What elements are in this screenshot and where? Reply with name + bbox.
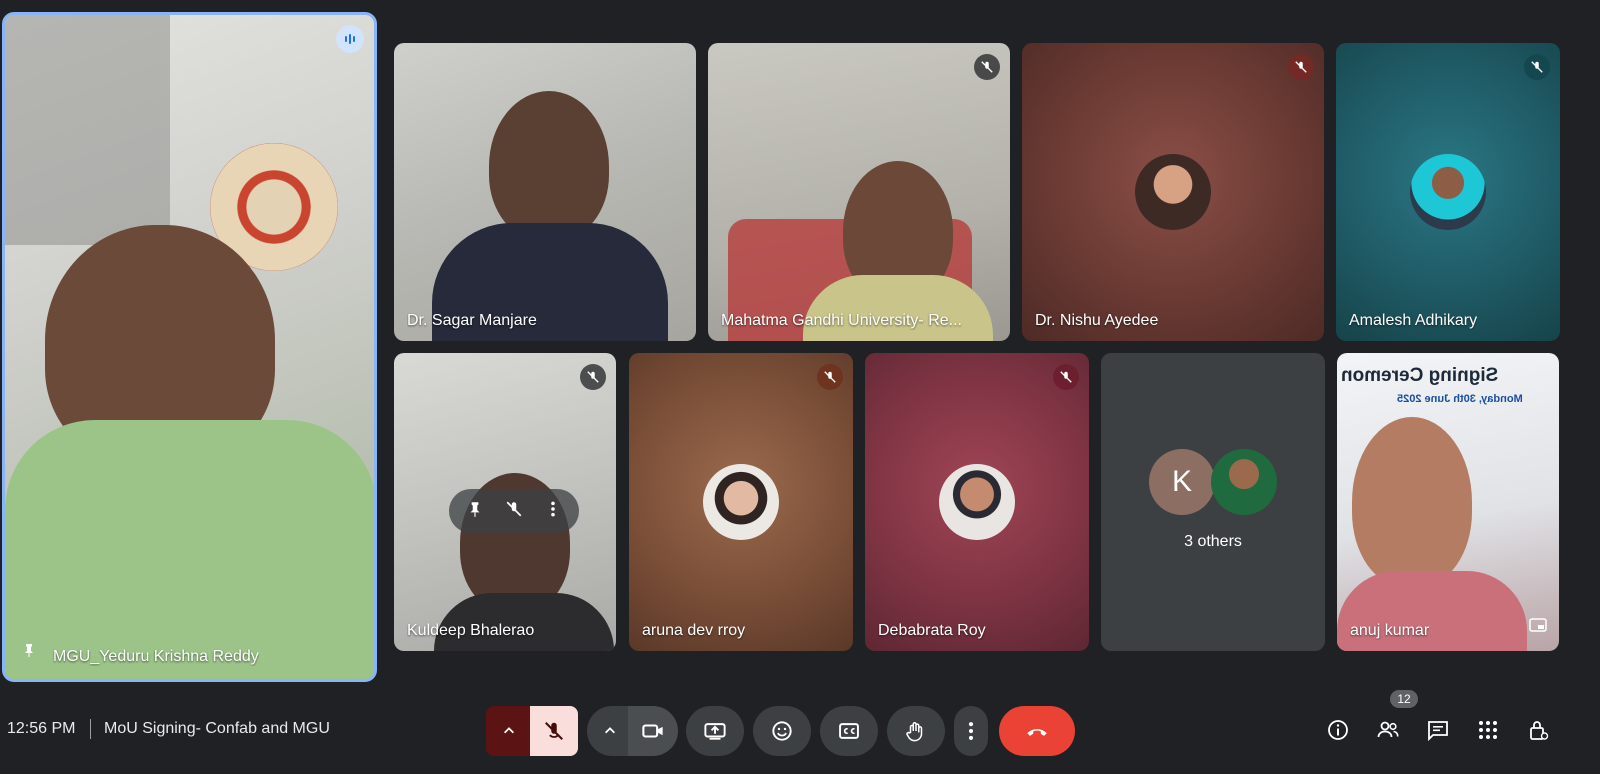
bottom-bar: 12:56 PM MoU Signing- Confab and MGU (0, 706, 1600, 766)
emoji-icon (772, 721, 792, 741)
participant-name: Dr. Sagar Manjare (407, 312, 537, 329)
mic-off-indicator (1524, 54, 1550, 80)
pin-tile-icon[interactable] (466, 500, 484, 523)
meeting-time: 12:56 PM (7, 720, 76, 737)
main-speaker-tile[interactable]: MGU_Yeduru Krishna Reddy (2, 12, 377, 682)
host-controls-icon (1530, 721, 1549, 740)
audio-options-button[interactable] (486, 706, 532, 756)
mic-off-icon (981, 61, 993, 73)
participant-name: Amalesh Adhikary (1349, 312, 1478, 329)
main-speaker-name: MGU_Yeduru Krishna Reddy (53, 648, 259, 665)
participant-name: Dr. Nishu Ayedee (1035, 312, 1159, 329)
mic-off-indicator (817, 364, 843, 390)
raise-hand-icon (906, 722, 923, 742)
mic-off-icon (587, 371, 599, 383)
wall-decor (5, 15, 170, 245)
mic-off-indicator (974, 54, 1000, 80)
more-options-icon[interactable] (544, 500, 562, 523)
captions-icon (839, 723, 859, 739)
mic-off-indicator (1288, 54, 1314, 80)
emoji-button[interactable] (753, 706, 811, 756)
captions-button[interactable] (820, 706, 878, 756)
participant-name: Kuldeep Bhalerao (407, 622, 535, 639)
participant-video-person (1352, 417, 1472, 587)
mic-off-icon (1060, 371, 1072, 383)
banner-text-1: Signing Ceremon (1341, 365, 1499, 386)
banner-text-2: Monday, 30th June 2025 (1397, 393, 1523, 405)
mic-off-indicator (1053, 364, 1079, 390)
present-icon (704, 723, 726, 740)
info-icon (1328, 720, 1348, 740)
mic-toggle-button[interactable] (530, 706, 578, 756)
mute-participant-icon[interactable] (505, 500, 523, 523)
speaking-indicator-icon (336, 25, 364, 53)
people-button[interactable] (1372, 714, 1404, 746)
chat-icon (1428, 721, 1448, 742)
participants-count-badge: 12 (1390, 690, 1418, 708)
participant-video-person (489, 91, 609, 241)
meeting-details-button[interactable] (1322, 714, 1354, 746)
others-avatar-photo (1211, 449, 1277, 515)
divider (90, 719, 91, 739)
participant-avatar (939, 464, 1015, 540)
participant-tile[interactable]: Dr. Nishu Ayedee (1022, 43, 1324, 341)
tile-hover-controls (449, 489, 579, 533)
more-options-button[interactable] (954, 706, 988, 756)
mic-off-indicator (580, 364, 606, 390)
chevron-up-icon (605, 727, 615, 734)
more-vert-icon (968, 722, 974, 740)
people-icon (1377, 721, 1399, 738)
host-controls-button[interactable] (1522, 714, 1554, 746)
mic-off-icon (1531, 61, 1543, 73)
video-options-button[interactable] (587, 706, 633, 756)
participant-tile[interactable]: Mahatma Gandhi University- Re... (708, 43, 1010, 341)
activities-icon (1479, 721, 1497, 739)
mic-off-icon (1295, 61, 1307, 73)
end-call-icon (1027, 729, 1047, 736)
mic-off-icon (824, 371, 836, 383)
raise-hand-button[interactable] (887, 706, 945, 756)
participant-tile[interactable]: aruna dev rroy (629, 353, 853, 651)
others-avatar-letter: K (1149, 449, 1215, 515)
participant-name: aruna dev rroy (642, 622, 746, 639)
speaker-video-shirt (5, 420, 374, 679)
end-call-button[interactable] (999, 706, 1075, 756)
participant-tile[interactable]: Signing Ceremon Monday, 30th June 2025 a… (1337, 353, 1559, 651)
participant-avatar (1135, 154, 1211, 230)
present-button[interactable] (686, 706, 744, 756)
participant-avatar (1410, 154, 1486, 230)
activities-button[interactable] (1472, 714, 1504, 746)
picture-in-picture-icon[interactable] (1529, 616, 1547, 639)
camera-icon (642, 724, 663, 738)
pin-icon (21, 642, 37, 663)
others-count: 3 others (1184, 533, 1242, 550)
participant-video-outfit (803, 275, 993, 341)
participant-name: anuj kumar (1350, 622, 1430, 639)
others-tile[interactable]: K 3 others (1101, 353, 1325, 651)
participant-name: Mahatma Gandhi University- Re... (721, 312, 962, 329)
meeting-title: MoU Signing- Confab and MGU (104, 720, 330, 737)
camera-toggle-button[interactable] (628, 706, 678, 756)
participant-avatar (703, 464, 779, 540)
mic-off-icon (545, 722, 563, 740)
participant-tile[interactable]: Debabrata Roy (865, 353, 1089, 651)
participant-tile[interactable]: Amalesh Adhikary (1336, 43, 1560, 341)
chat-button[interactable] (1422, 714, 1454, 746)
participant-name: Debabrata Roy (878, 622, 986, 639)
chevron-up-icon (504, 727, 514, 734)
participant-tile[interactable]: Dr. Sagar Manjare (394, 43, 696, 341)
